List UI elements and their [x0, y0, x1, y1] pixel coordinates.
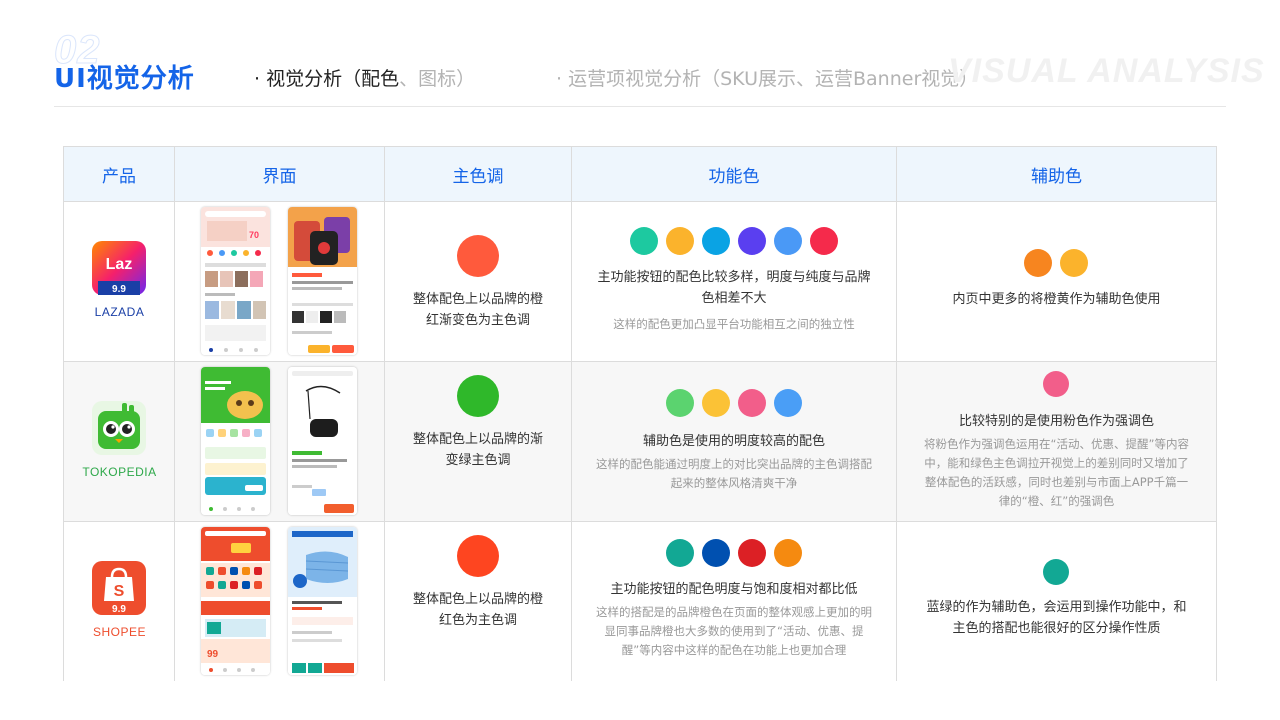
aux-color-text: 蓝绿的作为辅助色，会运用到操作功能中，和主色的搭配也能很好的区分操作性质 — [926, 600, 1187, 636]
aux-color-cell: 比较特别的是使用粉色作为强调色 将粉色作为强调色运用在“活动、优惠、提醒”等内容… — [897, 361, 1216, 521]
nav-item-visual-analysis[interactable]: · 视觉分析（配色、图标） — [254, 64, 475, 91]
brand-name: SHOPEE — [92, 625, 146, 639]
table-row: TOKOPEDIA 整体配色上以品牌的渐变绿主色调 辅助色是使用的明度较高的配色… — [64, 361, 1216, 521]
color-swatch — [666, 389, 694, 417]
interface-cell: 99 — [175, 521, 385, 681]
color-swatch — [702, 389, 730, 417]
svg-text:9.9: 9.9 — [112, 284, 126, 295]
main-color-cell: 整体配色上以品牌的橙红色为主色调 — [385, 521, 572, 681]
watermark-text: VISUAL ANALYSIS — [948, 52, 1265, 90]
header-product: 产品 — [64, 147, 175, 201]
main-color-text: 整体配色上以品牌的橙红渐变色为主色调 — [412, 292, 543, 328]
header-main-color: 主色调 — [385, 147, 572, 201]
nav-item-operation-analysis[interactable]: · 运营项视觉分析（SKU展示、运营Banner视觉） — [556, 64, 978, 91]
lazada-logo: Laz 9.9 — [92, 241, 146, 295]
color-analysis-table: 产品 界面 主色调 功能色 辅助色 Laz 9.9 LAZADA 70 整体配色… — [63, 146, 1217, 681]
nav-active-label: · 视觉分析（配色 — [254, 68, 400, 90]
header-function-color: 功能色 — [572, 147, 897, 201]
header-aux-color: 辅助色 — [1031, 166, 1082, 187]
color-swatch — [738, 227, 766, 255]
color-swatch — [1043, 371, 1069, 397]
svg-text:9.9: 9.9 — [112, 604, 126, 615]
function-color-cell: 主功能按钮的配色比较多样，明度与纯度与品牌色相差不大 这样的配色更加凸显平台功能… — [572, 201, 897, 361]
brand-name: LAZADA — [94, 305, 145, 319]
svg-text:Laz: Laz — [106, 256, 133, 273]
page-title: UI视觉分析 — [54, 64, 195, 94]
interface-cell — [175, 361, 385, 521]
function-color-cell: 辅助色是使用的明度较高的配色 这样的配色能通过明度上的对比突出品牌的主色调搭配起… — [572, 361, 897, 521]
product-cell: Laz 9.9 LAZADA — [64, 201, 175, 361]
brand-name: TOKOPEDIA — [82, 465, 157, 479]
main-color-swatch — [457, 535, 499, 577]
color-swatch — [738, 539, 766, 567]
table-header-row: 产品 界面 主色调 功能色 辅助色 — [64, 147, 1216, 201]
color-swatch — [1024, 249, 1052, 277]
color-swatch — [666, 539, 694, 567]
table-row: S 9.9 SHOPEE 99 整体配色上以品牌的橙红色为主色调 主功能按钮的配… — [64, 521, 1216, 681]
main-color-swatch — [457, 235, 499, 277]
color-swatch — [810, 227, 838, 255]
row-divider — [64, 361, 1216, 362]
main-color-cell: 整体配色上以品牌的橙红渐变色为主色调 — [385, 201, 572, 361]
color-swatch — [774, 539, 802, 567]
tokopedia-product-screenshot — [288, 367, 357, 515]
aux-color-cell: 蓝绿的作为辅助色，会运用到操作功能中，和主色的搭配也能很好的区分操作性质 — [897, 521, 1216, 681]
color-swatch — [1060, 249, 1088, 277]
color-swatch — [702, 539, 730, 567]
function-color-text: 主功能按钮的配色明度与饱和度相对都比低 — [610, 582, 858, 597]
lazada-product-screenshot — [288, 207, 357, 355]
main-color-text: 整体配色上以品牌的橙红色为主色调 — [412, 592, 543, 628]
nav-active-muted-label: 、图标） — [399, 68, 476, 90]
svg-text:70: 70 — [249, 230, 259, 240]
function-color-note: 这样的配色能通过明度上的对比突出品牌的主色调搭配起来的整体风格清爽干净 — [596, 457, 872, 490]
aux-color-text: 比较特别的是使用粉色作为强调色 — [958, 414, 1154, 429]
shopee-logo: S 9.9 — [92, 561, 146, 615]
main-color-swatch — [457, 375, 499, 417]
aux-color-note: 将粉色作为强调色运用在“活动、优惠、提醒”等内容中，能和绿色主色调拉开视觉上的差… — [924, 437, 1189, 508]
shopee-home-screenshot: 99 — [201, 527, 270, 675]
page-header: 02 UI视觉分析 · 视觉分析（配色、图标） · 运营项视觉分析（SKU展示、… — [0, 0, 1280, 110]
interface-cell: 70 — [175, 201, 385, 361]
svg-text:99: 99 — [207, 649, 219, 660]
header-divider — [54, 106, 1226, 107]
shopee-product-screenshot — [288, 527, 357, 675]
header-interface: 界面 — [175, 147, 385, 201]
lazada-home-screenshot: 70 — [201, 207, 270, 355]
row-divider — [64, 201, 1216, 202]
tokopedia-home-screenshot — [201, 367, 270, 515]
table-row: Laz 9.9 LAZADA 70 整体配色上以品牌的橙红渐变色为主色调 主功能… — [64, 201, 1216, 361]
color-swatch — [774, 389, 802, 417]
row-divider — [64, 521, 1216, 522]
function-color-cell: 主功能按钮的配色明度与饱和度相对都比低 这样的搭配是的品牌橙色在页面的整体观感上… — [572, 521, 897, 681]
color-swatch — [1043, 559, 1069, 585]
color-swatch — [702, 227, 730, 255]
color-swatch — [630, 227, 658, 255]
main-color-cell: 整体配色上以品牌的渐变绿主色调 — [385, 361, 572, 521]
product-cell: TOKOPEDIA — [64, 361, 175, 521]
aux-color-cell: 内页中更多的将橙黄作为辅助色使用 — [897, 201, 1216, 361]
product-cell: S 9.9 SHOPEE — [64, 521, 175, 681]
color-swatch — [738, 389, 766, 417]
aux-color-text: 内页中更多的将橙黄作为辅助色使用 — [952, 292, 1161, 307]
function-color-note: 这样的搭配是的品牌橙色在页面的整体观感上更加的明显同事品牌橙也大多数的使用到了“… — [596, 605, 872, 657]
color-swatch — [666, 227, 694, 255]
function-color-text: 辅助色是使用的明度较高的配色 — [642, 434, 825, 449]
svg-text:S: S — [114, 583, 125, 600]
function-color-text: 主功能按钮的配色比较多样，明度与纯度与品牌色相差不大 — [597, 270, 871, 306]
main-color-text: 整体配色上以品牌的渐变绿主色调 — [412, 432, 543, 468]
tokopedia-logo — [92, 401, 146, 455]
color-swatch — [774, 227, 802, 255]
function-color-note: 这样的配色更加凸显平台功能相互之间的独立性 — [613, 317, 855, 331]
